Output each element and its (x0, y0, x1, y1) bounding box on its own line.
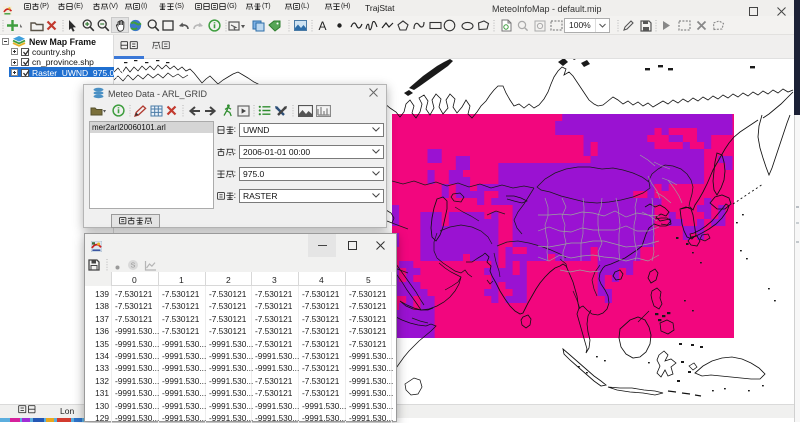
svg-text:A: A (318, 20, 326, 31)
svg-text:S: S (131, 262, 136, 269)
